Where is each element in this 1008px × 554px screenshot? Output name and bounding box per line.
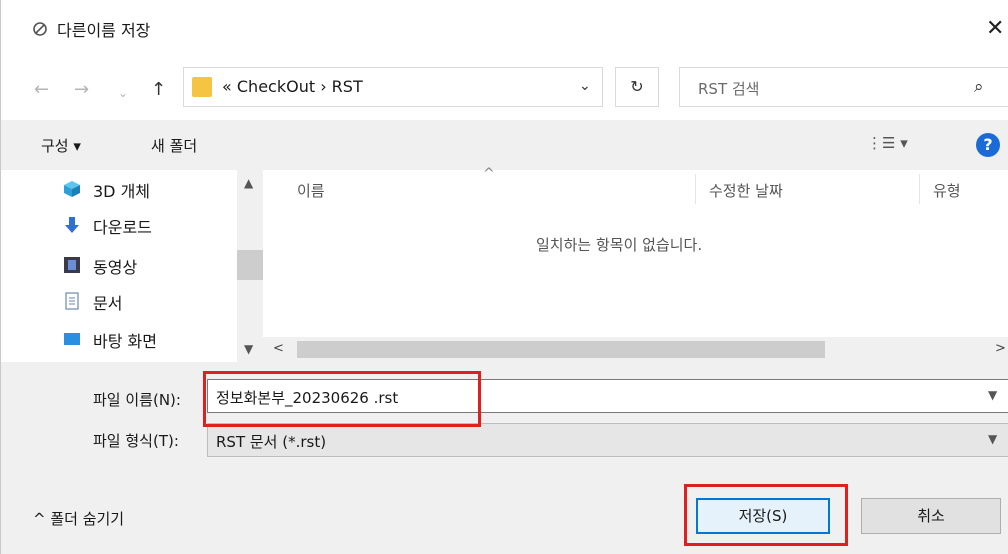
save-options-panel: 파일 이름(N): 정보화본부_20230626 .rst ▼ 파일 형식(T)… (1, 362, 1008, 554)
empty-list-message: 일치하는 항목이 없습니다. (536, 236, 703, 254)
filename-label: 파일 이름(N): (93, 391, 181, 409)
folder-icon (192, 77, 212, 97)
sidebar-item-label: 바탕 화면 (93, 332, 157, 351)
column-header-date-modified[interactable]: 수정한 날짜 (709, 180, 783, 201)
search-input[interactable]: RST 검색 ⌕ (679, 67, 1008, 107)
filetype-select[interactable]: RST 문서 (*.rst) ▼ (207, 423, 1008, 457)
column-header-name[interactable]: 이름 (297, 180, 325, 201)
title-bar: 다른이름 저장 ✕ (1, 0, 1008, 58)
file-list: ^ 이름 수정한 날짜 유형 일치하는 항목이 없습니다. (263, 166, 1008, 362)
refresh-button[interactable]: ↻ (615, 67, 659, 107)
hide-folders-toggle[interactable]: ^ 폴더 숨기기 (33, 508, 124, 529)
cube-icon (64, 181, 80, 197)
window-title: 다른이름 저장 (57, 21, 151, 40)
file-list-horizontal-scrollbar[interactable]: < > (263, 337, 1008, 362)
search-icon[interactable]: ⌕ (974, 77, 984, 97)
help-icon[interactable]: ? (976, 133, 1000, 157)
cancel-button[interactable]: 취소 (861, 498, 1001, 534)
sidebar-item-label: 문서 (93, 294, 123, 313)
document-icon (65, 292, 79, 310)
save-as-dialog: 다른이름 저장 ✕ ← → ⌄ ↑ « CheckOut › RST ⌄ ↻ R… (0, 0, 1008, 554)
up-arrow-icon[interactable]: ↑ (151, 80, 166, 100)
filename-highlight-box (203, 371, 481, 427)
organize-menu-button[interactable]: 구성 ▾ (41, 135, 81, 156)
view-options-icon[interactable]: ⋮☰ ▾ (867, 134, 908, 152)
desktop-icon (64, 333, 80, 345)
film-icon (64, 257, 80, 273)
refresh-icon: ↻ (630, 77, 644, 96)
save-button-highlight-box (684, 484, 848, 546)
column-divider[interactable] (695, 174, 696, 204)
scroll-left-icon[interactable]: < (273, 341, 284, 356)
forward-arrow-icon[interactable]: → (74, 80, 89, 100)
search-placeholder: RST 검색 (698, 80, 760, 98)
back-arrow-icon[interactable]: ← (34, 80, 49, 100)
command-toolbar: 구성 ▾ 새 폴더 ⋮☰ ▾ ? (1, 120, 1008, 170)
chevron-down-icon[interactable]: ▼ (988, 388, 997, 402)
new-folder-button[interactable]: 새 폴더 (151, 135, 197, 156)
navigation-pane: 3D 개체 다운로드 동영상 문서 바탕 화면 (1, 170, 263, 362)
scroll-right-icon[interactable]: > (995, 341, 1006, 356)
sidebar-item-label: 동영상 (93, 258, 138, 277)
sort-ascending-icon: ^ (483, 166, 495, 182)
chevron-down-icon[interactable]: ▼ (988, 432, 997, 446)
address-dropdown-icon[interactable]: ⌄ (579, 78, 591, 94)
scrollbar-thumb[interactable] (297, 341, 825, 358)
close-icon[interactable]: ✕ (986, 14, 1008, 44)
sidebar-item-label: 다운로드 (93, 218, 152, 237)
address-path[interactable]: « CheckOut › RST (222, 77, 363, 96)
sidebar-scrollbar[interactable]: ▲ ▼ (237, 170, 263, 362)
filetype-value: RST 문서 (*.rst) (216, 433, 327, 451)
save-dialog-icon (33, 22, 47, 36)
download-arrow-icon (65, 217, 79, 233)
sidebar-item-label: 3D 개체 (93, 182, 151, 201)
column-divider[interactable] (919, 174, 920, 204)
scroll-up-icon[interactable]: ▲ (244, 176, 253, 190)
scrollbar-thumb[interactable] (237, 250, 263, 280)
scroll-down-icon[interactable]: ▼ (244, 342, 253, 356)
column-header-type[interactable]: 유형 (933, 180, 961, 201)
filetype-label: 파일 형식(T): (93, 432, 179, 450)
address-bar[interactable]: « CheckOut › RST ⌄ (183, 67, 603, 107)
recent-locations-chevron-icon[interactable]: ⌄ (118, 83, 128, 103)
